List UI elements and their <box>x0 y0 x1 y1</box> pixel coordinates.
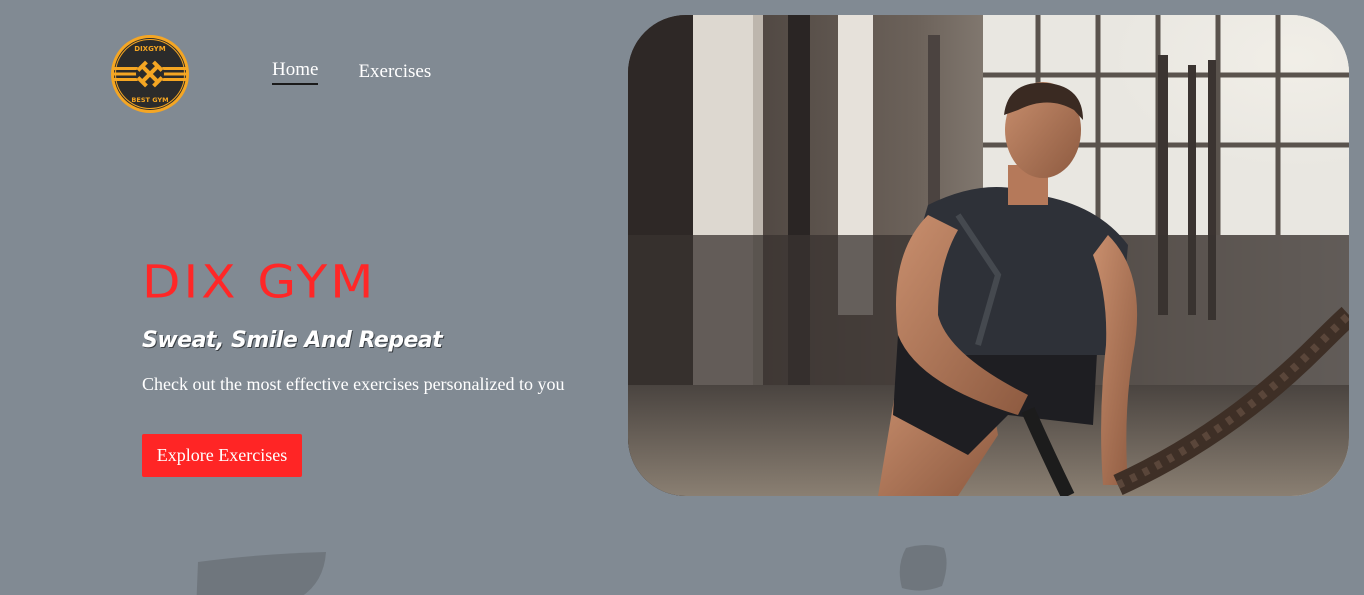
nav-home-link[interactable]: Home <box>272 58 319 85</box>
decorative-shape <box>196 552 326 595</box>
gym-logo[interactable]: DIXGYM BEST GYM <box>110 34 190 114</box>
logo-bottom-text: BEST GYM <box>131 96 168 104</box>
nav-exercises-link[interactable]: Exercises <box>358 60 431 84</box>
hero-subtitle: Sweat, Smile And Repeat <box>142 328 443 353</box>
logo-top-text: DIXGYM <box>134 45 165 53</box>
hero-title: DIX GYM <box>142 256 377 309</box>
explore-exercises-button[interactable]: Explore Exercises <box>142 434 302 477</box>
main-nav: Home Exercises <box>272 58 431 85</box>
hero-banner-image <box>628 15 1349 496</box>
decorative-shape <box>899 545 947 591</box>
dumbbell-cross-badge-icon: DIXGYM BEST GYM <box>111 35 189 113</box>
hero-description: Check out the most effective exercises p… <box>142 374 565 394</box>
